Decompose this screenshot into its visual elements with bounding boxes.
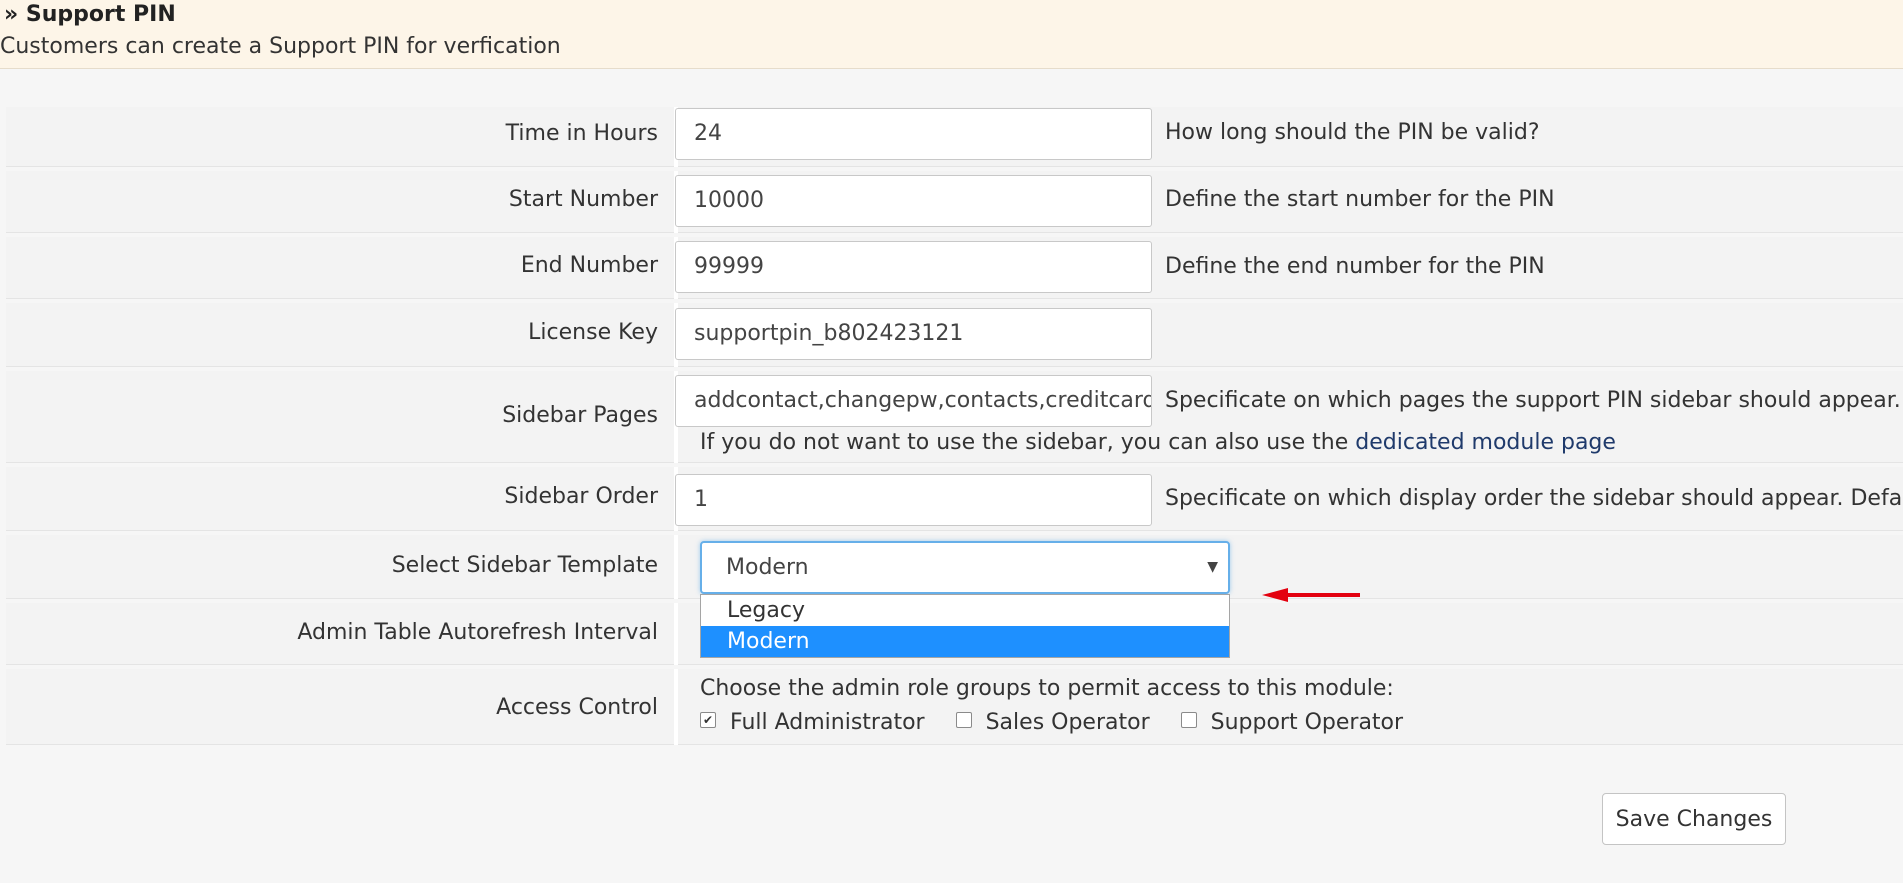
sidebar-order-help: Specificate on which display order the s…: [1165, 486, 1903, 511]
sidebar-template-select[interactable]: Modern ▼: [700, 541, 1230, 594]
sidebar-pages-note: If you do not want to use the sidebar, y…: [700, 430, 1616, 455]
access-control-intro: Choose the admin role groups to permit a…: [700, 676, 1394, 701]
support-operator-checkbox[interactable]: [1180, 712, 1197, 728]
sidebar-order-label: Sidebar Order: [504, 484, 658, 509]
license-key-input[interactable]: supportpin_b802423121: [675, 308, 1152, 360]
module-title: » Support PIN: [4, 2, 176, 27]
sales-operator-label: Sales Operator: [985, 710, 1150, 735]
start-number-label: Start Number: [508, 187, 658, 212]
time-in-hours-input[interactable]: 24: [675, 108, 1152, 160]
module-header: » Support PIN Customers can create a Sup…: [0, 0, 1903, 69]
end-number-input[interactable]: 99999: [675, 241, 1152, 293]
start-number-help: Define the start number for the PIN: [1165, 187, 1555, 212]
license-key-label: License Key: [528, 320, 658, 345]
end-number-help: Define the end number for the PIN: [1165, 254, 1545, 279]
sidebar-template-selected: Modern: [726, 555, 809, 580]
sidebar-pages-help: Specificate on which pages the support P…: [1165, 388, 1903, 413]
access-control-label: Access Control: [496, 695, 658, 720]
end-number-label: End Number: [520, 253, 658, 278]
annotation-arrow-icon: [1262, 588, 1360, 602]
full-administrator-checkbox[interactable]: ✔: [700, 712, 716, 728]
sidebar-pages-label: Sidebar Pages: [502, 403, 658, 428]
access-control-groups: ✔ Full Administrator Sales Operator Suppo…: [700, 710, 1427, 735]
support-operator-label: Support Operator: [1210, 710, 1404, 735]
sales-operator-checkbox[interactable]: [955, 712, 972, 728]
time-in-hours-label: Time in Hours: [505, 121, 658, 146]
full-administrator-label: Full Administrator: [730, 710, 925, 735]
autorefresh-label: Admin Table Autorefresh Interval: [297, 620, 658, 645]
sidebar-template-label: Select Sidebar Template: [391, 553, 658, 578]
dedicated-module-page-link[interactable]: dedicated module page: [1355, 430, 1616, 455]
option-modern[interactable]: Modern: [701, 626, 1229, 657]
chevron-down-icon: ▼: [1207, 559, 1218, 575]
sidebar-pages-input[interactable]: addcontact,changepw,contacts,creditcard,: [675, 375, 1152, 427]
start-number-input[interactable]: 10000: [675, 175, 1152, 227]
sidebar-order-input[interactable]: 1: [675, 474, 1152, 526]
sidebar-template-dropdown: Legacy Modern: [700, 594, 1230, 658]
option-legacy[interactable]: Legacy: [701, 595, 1229, 626]
module-description: Customers can create a Support PIN for v…: [0, 34, 561, 59]
save-changes-button[interactable]: Save Changes: [1602, 793, 1786, 845]
time-in-hours-help: How long should the PIN be valid?: [1165, 120, 1540, 145]
